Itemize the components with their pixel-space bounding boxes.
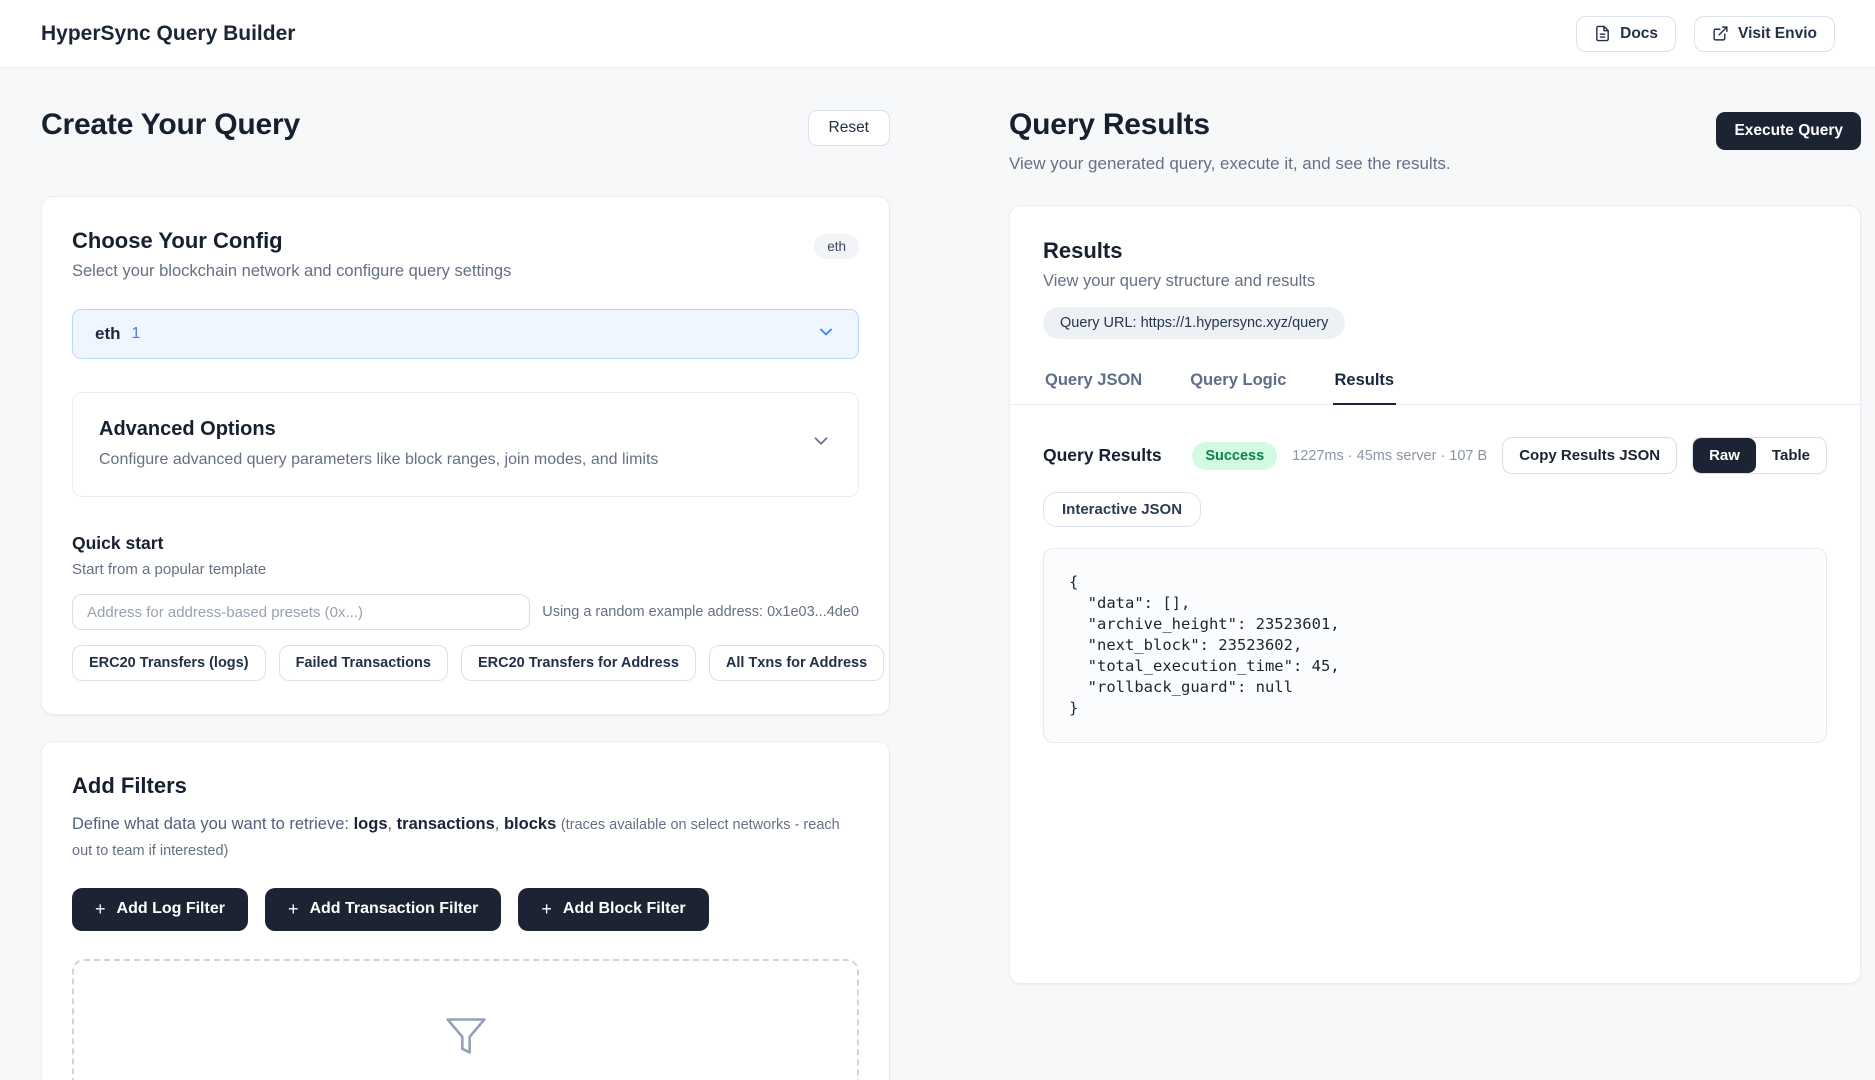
network-select[interactable]: eth 1 xyxy=(72,309,859,359)
timing-text: 1227ms · 45ms server · 107 B xyxy=(1292,448,1487,464)
preset-erc20-transfers-for-address[interactable]: ERC20 Transfers for Address xyxy=(461,645,696,681)
view-toggle-table[interactable]: Table xyxy=(1756,438,1826,473)
chevron-down-icon xyxy=(816,322,836,347)
config-card: Choose Your Config Select your blockchai… xyxy=(41,196,890,715)
results-card-title: Results xyxy=(1043,238,1827,264)
network-badge: eth xyxy=(814,234,859,259)
query-url-badge: Query URL: https://1.hypersync.xyz/query xyxy=(1043,307,1345,339)
execute-query-button[interactable]: Execute Query xyxy=(1716,112,1861,150)
docs-button[interactable]: Docs xyxy=(1576,16,1676,52)
results-tabs: Query JSON Query Logic Results xyxy=(1010,365,1860,405)
quickstart-subtitle: Start from a popular template xyxy=(72,561,859,578)
query-builder-panel: Create Your Query Reset Choose Your Conf… xyxy=(41,108,890,1080)
query-results-panel: Query Results View your generated query,… xyxy=(1009,108,1861,1080)
add-log-filter-button[interactable]: + Add Log Filter xyxy=(72,888,248,931)
add-block-filter-label: Add Block Filter xyxy=(563,900,686,918)
results-header-title: Query Results xyxy=(1043,445,1162,466)
tab-query-json[interactable]: Query JSON xyxy=(1043,365,1144,405)
add-block-filter-button[interactable]: + Add Block Filter xyxy=(518,888,708,931)
visit-envio-button-label: Visit Envio xyxy=(1738,25,1817,43)
tab-results[interactable]: Results xyxy=(1333,365,1397,405)
filters-title: Add Filters xyxy=(72,773,859,799)
preset-failed-transactions[interactable]: Failed Transactions xyxy=(279,645,448,681)
config-card-subtitle: Select your blockchain network and confi… xyxy=(72,262,511,281)
plus-icon: + xyxy=(541,900,552,918)
results-card-subtitle: View your query structure and results xyxy=(1043,272,1827,291)
filter-funnel-icon xyxy=(444,1013,488,1064)
config-card-title: Choose Your Config xyxy=(72,228,511,254)
filters-card: Add Filters Define what data you want to… xyxy=(41,741,890,1080)
results-card: Results View your query structure and re… xyxy=(1009,205,1861,984)
external-link-icon xyxy=(1712,25,1729,42)
main-content: Create Your Query Reset Choose Your Conf… xyxy=(0,68,1875,1080)
preset-erc20-transfers-logs[interactable]: ERC20 Transfers (logs) xyxy=(72,645,266,681)
reset-button[interactable]: Reset xyxy=(808,110,891,146)
network-chain-id: 1 xyxy=(132,325,141,343)
chevron-down-icon xyxy=(810,430,832,457)
address-hint: Using a random example address: 0x1e03..… xyxy=(542,604,859,620)
empty-filters-placeholder: No filters added yet xyxy=(72,959,859,1080)
visit-envio-button[interactable]: Visit Envio xyxy=(1694,16,1835,52)
filters-description: Define what data you want to retrieve: l… xyxy=(72,811,859,864)
quickstart-title: Quick start xyxy=(72,533,859,554)
app-header: HyperSync Query Builder Docs Visit Envio xyxy=(0,0,1875,68)
network-select-value: eth xyxy=(95,324,121,344)
json-output: { "data": [], "archive_height": 23523601… xyxy=(1069,572,1801,719)
docs-button-label: Docs xyxy=(1620,25,1658,43)
builder-title: Create Your Query xyxy=(41,108,300,142)
plus-icon: + xyxy=(288,900,299,918)
view-toggle: Raw Table xyxy=(1692,437,1827,474)
copy-results-json-button[interactable]: Copy Results JSON xyxy=(1502,437,1677,474)
advanced-options-toggle[interactable]: Advanced Options Configure advanced quer… xyxy=(72,392,859,497)
status-badge: Success xyxy=(1192,442,1277,470)
preset-all-txns-for-address[interactable]: All Txns for Address xyxy=(709,645,884,681)
advanced-options-subtitle: Configure advanced query parameters like… xyxy=(99,451,810,469)
preset-chip-row: ERC20 Transfers (logs) Failed Transactio… xyxy=(72,645,859,681)
filter-button-row: + Add Log Filter + Add Transaction Filte… xyxy=(72,888,859,931)
advanced-options-title: Advanced Options xyxy=(99,418,810,441)
interactive-json-button[interactable]: Interactive JSON xyxy=(1043,492,1201,527)
results-panel-subtitle: View your generated query, execute it, a… xyxy=(1009,154,1451,174)
add-log-filter-label: Add Log Filter xyxy=(117,900,225,918)
add-transaction-filter-button[interactable]: + Add Transaction Filter xyxy=(265,888,501,931)
document-icon xyxy=(1594,25,1611,42)
results-panel-title: Query Results xyxy=(1009,108,1451,142)
address-input[interactable] xyxy=(72,594,530,630)
json-output-block: { "data": [], "archive_height": 23523601… xyxy=(1043,548,1827,743)
tab-query-logic[interactable]: Query Logic xyxy=(1188,365,1288,405)
results-header-row: Query Results Success 1227ms · 45ms serv… xyxy=(1043,437,1827,474)
app-title: HyperSync Query Builder xyxy=(41,22,295,46)
header-actions: Docs Visit Envio xyxy=(1576,16,1835,52)
add-transaction-filter-label: Add Transaction Filter xyxy=(309,900,478,918)
view-toggle-raw[interactable]: Raw xyxy=(1693,438,1756,473)
plus-icon: + xyxy=(95,900,106,918)
